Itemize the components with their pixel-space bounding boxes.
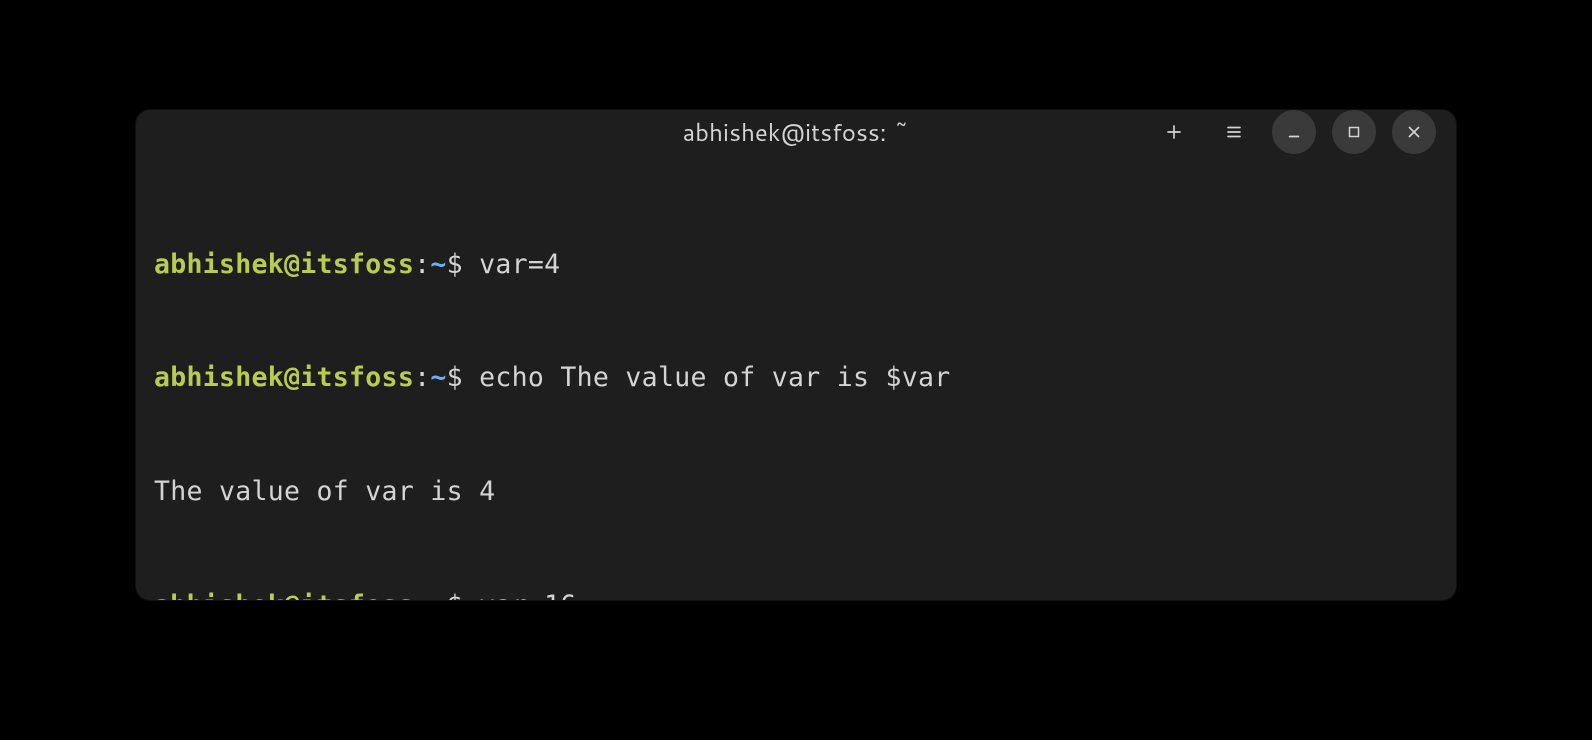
maximize-button[interactable] — [1332, 110, 1376, 154]
minimize-button[interactable] — [1272, 110, 1316, 154]
command-text: var=4 — [479, 249, 560, 280]
window-title: abhishek@itsfoss: ~ — [683, 115, 910, 149]
prompt-user-host: abhishek@itsfoss — [154, 362, 414, 393]
prompt-separator: : — [414, 249, 430, 280]
terminal-window: abhishek@itsfoss: ~ — [136, 110, 1456, 600]
new-tab-button[interactable] — [1152, 110, 1196, 154]
hamburger-menu-button[interactable] — [1212, 110, 1256, 154]
prompt-path: ~ — [430, 590, 446, 600]
prompt-user-host: abhishek@itsfoss — [154, 249, 414, 280]
prompt-symbol: $ — [447, 362, 463, 393]
terminal-line: abhishek@itsfoss:~$ var=4 — [154, 246, 1438, 284]
command-text: echo The value of var is $var — [479, 362, 950, 393]
window-titlebar: abhishek@itsfoss: ~ — [136, 110, 1456, 154]
command-text — [463, 249, 479, 280]
command-text — [463, 590, 479, 600]
prompt-separator: : — [414, 362, 430, 393]
prompt-symbol: $ — [447, 249, 463, 280]
terminal-line: abhishek@itsfoss:~$ echo The value of va… — [154, 359, 1438, 397]
prompt-symbol: $ — [447, 590, 463, 600]
close-button[interactable] — [1392, 110, 1436, 154]
titlebar-controls — [1152, 110, 1436, 154]
prompt-user-host: abhishek@itsfoss — [154, 590, 414, 600]
prompt-path: ~ — [430, 249, 446, 280]
prompt-separator: : — [414, 590, 430, 600]
terminal-line: The value of var is 4 — [154, 473, 1438, 511]
command-text — [463, 362, 479, 393]
terminal-line: abhishek@itsfoss:~$ var=16 — [154, 587, 1438, 600]
output-text: The value of var is 4 — [154, 476, 495, 507]
command-text: var=16 — [479, 590, 577, 600]
prompt-path: ~ — [430, 362, 446, 393]
terminal-output-area[interactable]: abhishek@itsfoss:~$ var=4 abhishek@itsfo… — [136, 154, 1456, 600]
